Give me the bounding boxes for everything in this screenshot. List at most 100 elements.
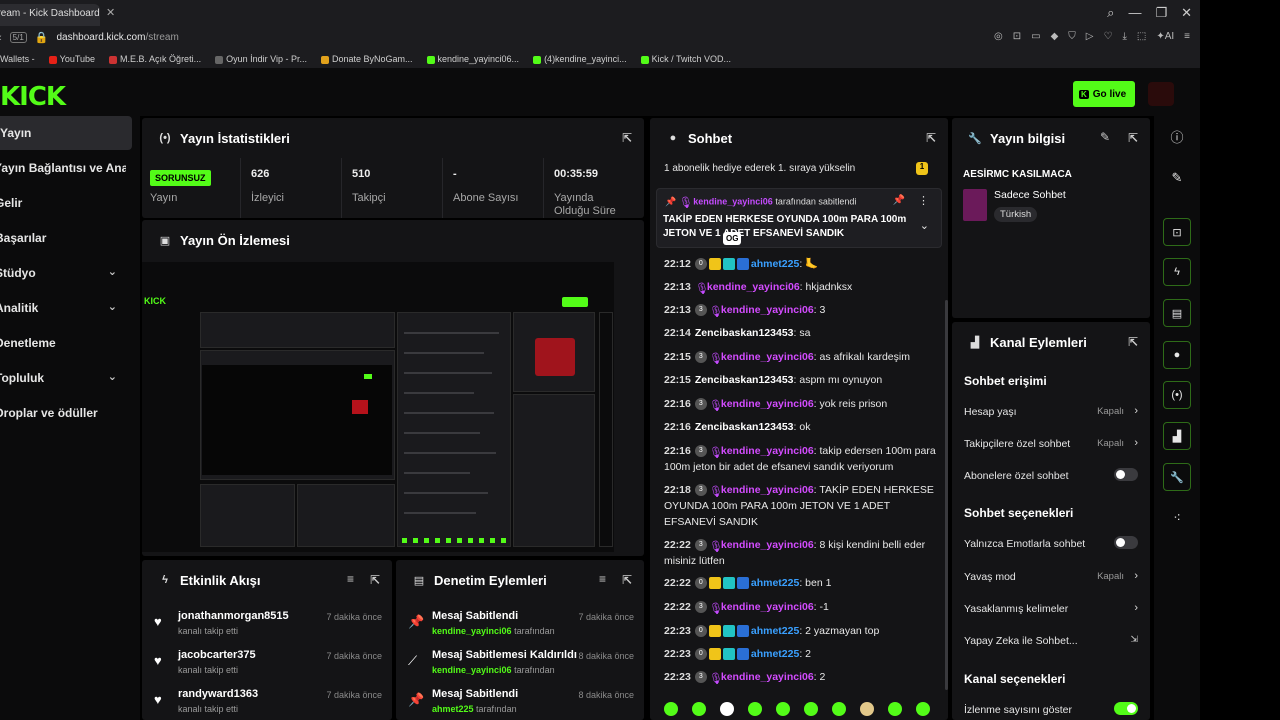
chevron-down-icon[interactable]: ⌄ xyxy=(920,219,929,232)
go-live-button[interactable]: K Go live xyxy=(1073,81,1135,107)
url-field[interactable]: dashboard.kick.com/stream xyxy=(57,32,179,43)
pin-action-icon[interactable]: 📌 xyxy=(893,195,905,206)
preview-nested-avatar xyxy=(352,400,368,414)
emote[interactable] xyxy=(776,702,790,716)
unpin-icon: ⟋ xyxy=(408,653,418,668)
actions-icon[interactable]: ▟ xyxy=(1163,422,1191,450)
menu-icon[interactable]: ≡ xyxy=(1184,31,1190,42)
popout-icon[interactable]: ⇱ xyxy=(622,131,632,145)
restore-icon[interactable]: ❐ xyxy=(1155,5,1167,21)
broadcast-icon[interactable]: (•) xyxy=(1163,381,1191,409)
sidebar-item-revenue[interactable]: Gelir xyxy=(0,186,127,220)
sidebar-item-drops[interactable]: Droplar ve ödüller xyxy=(0,396,127,430)
bookmark[interactable]: M.E.B. Açık Öğreti... xyxy=(109,54,201,64)
minimize-icon[interactable]: — xyxy=(1128,5,1141,21)
emote[interactable] xyxy=(664,702,678,716)
emote-only-toggle[interactable] xyxy=(1114,536,1138,549)
subs-only-toggle[interactable] xyxy=(1114,468,1138,481)
pencil-icon[interactable]: ✎ xyxy=(1163,164,1191,192)
heart-icon[interactable]: ♡ xyxy=(1103,31,1112,42)
sidebar-item-community[interactable]: Topluluk⌄ xyxy=(0,361,127,395)
viewer-count-toggle[interactable] xyxy=(1114,702,1138,715)
search-icon[interactable]: ⌕ xyxy=(1107,5,1114,21)
filter-icon[interactable]: ≡ xyxy=(347,572,354,586)
filter-icon[interactable]: ≡ xyxy=(599,572,606,586)
emote[interactable] xyxy=(804,702,818,716)
bookmark[interactable]: Donate ByNoGam... xyxy=(320,54,413,64)
sidebar-item-stream[interactable]: Yayın xyxy=(0,116,132,150)
layout-icon[interactable]: ⁖ xyxy=(1163,504,1191,532)
gift-badge: 1 xyxy=(916,162,928,175)
play-icon[interactable]: ▷ xyxy=(1086,31,1094,42)
wrench-icon: 🔧 xyxy=(968,132,982,145)
avatar[interactable] xyxy=(1148,82,1174,106)
emote[interactable] xyxy=(860,702,874,716)
list-item: 📌 Mesaj Sabitlendi ahmet225 tarafından 8… xyxy=(408,688,634,714)
preview-moderation xyxy=(297,484,395,547)
emote[interactable] xyxy=(692,702,706,716)
bookmark[interactable]: (4)kendine_yayinci... xyxy=(533,54,627,64)
document-icon: ▤ xyxy=(413,574,425,587)
setting-account-age[interactable]: Hesap yaşı Kapalı › xyxy=(964,405,1140,418)
info-icon[interactable]: ⓘ xyxy=(1163,122,1191,150)
ai-icon[interactable]: ✦AI xyxy=(1156,31,1174,42)
list-item: ♥ jonathanmorgan8515 kanalı takip etti 7… xyxy=(154,610,382,636)
gift-leaderboard-bar[interactable]: 1 abonelik hediye ederek 1. sıraya yükse… xyxy=(650,158,948,180)
popout-icon[interactable]: ⇱ xyxy=(1128,131,1138,145)
setting-ai-chat[interactable]: Yapay Zeka ile Sohbet... ⇲ xyxy=(964,634,1140,647)
back-icon[interactable]: ‹ xyxy=(0,32,2,44)
emote[interactable] xyxy=(916,702,930,716)
tab-close-icon[interactable]: ✕ xyxy=(106,6,115,19)
emote[interactable] xyxy=(748,702,762,716)
wallet-badge-icon[interactable]: 5/1 xyxy=(9,32,27,43)
category-name[interactable]: Sadece Sohbet xyxy=(994,189,1066,201)
panel-header: ϟ Etkinlik Akışı ≡ ⇱ xyxy=(142,560,392,600)
stream-info-panel: 🔧 Yayın bilgisi ✎ ⇱ AESİRMC KASILMACA Sadec… xyxy=(952,118,1150,318)
lightning-icon[interactable]: ϟ xyxy=(1163,258,1191,286)
more-icon[interactable]: ⋮ xyxy=(918,194,929,207)
popout-icon[interactable]: ⇱ xyxy=(370,573,380,587)
setting-slow-mode[interactable]: Yavaş mod Kapalı › xyxy=(964,570,1140,583)
emote[interactable] xyxy=(720,702,734,716)
pinned-message[interactable]: 📌 🎙 kendine_yayinci06 tarafından sabitle… xyxy=(656,188,942,248)
chevron-right-icon: › xyxy=(1134,602,1138,614)
bookmark[interactable]: Kick / Twitch VOD... xyxy=(640,54,731,64)
ext-icon-2[interactable]: ⊡ xyxy=(1013,31,1021,42)
popout-icon[interactable]: ⇱ xyxy=(926,131,936,145)
wrench-icon[interactable]: 🔧 xyxy=(1163,463,1191,491)
ext-icon-3[interactable]: ▭ xyxy=(1031,31,1040,42)
panel-title: Yayın İstatistikleri xyxy=(180,130,290,146)
bookmark[interactable]: YouTube xyxy=(48,54,95,64)
extensions-icon[interactable]: ⬚ xyxy=(1137,31,1146,42)
emote[interactable] xyxy=(888,702,902,716)
browser-tab[interactable]: Stream - Kick Dashboard xyxy=(0,4,100,26)
chat-message: 22:12 0 ahmet225: 🦶 xyxy=(664,258,819,271)
chat-bubble-icon[interactable]: ● xyxy=(1163,341,1191,369)
document-icon[interactable]: ▤ xyxy=(1163,299,1191,327)
sidebar-item-studio[interactable]: Stüdyo⌄ xyxy=(0,256,127,290)
sidebar-item-stream-key[interactable]: Yayın Bağlantısı ve Anahtarı xyxy=(0,151,126,185)
chat-scrollbar[interactable] xyxy=(945,300,948,690)
sidebar-item-achievements[interactable]: Başarılar xyxy=(0,221,127,255)
download-icon[interactable]: ⤓ xyxy=(1122,31,1126,42)
bookmark[interactable]: Wallets - xyxy=(0,54,35,64)
setting-followers-only[interactable]: Takipçilere özel sohbet Kapalı › xyxy=(964,437,1140,450)
setting-banned-words[interactable]: Yasaklanmış kelimeler › xyxy=(964,602,1140,615)
ext-icon-4[interactable]: ◆ xyxy=(1051,31,1059,42)
category-thumbnail[interactable] xyxy=(963,189,987,221)
camera-icon[interactable]: ⊡ xyxy=(1163,218,1191,246)
close-icon[interactable]: ✕ xyxy=(1181,5,1192,21)
popout-icon[interactable]: ⇱ xyxy=(1128,335,1138,349)
pin-icon: 📌 xyxy=(665,196,677,207)
kick-logo[interactable]: KICK xyxy=(0,82,66,112)
emote[interactable] xyxy=(832,702,846,716)
shield-icon[interactable]: ⛉ xyxy=(1068,31,1076,42)
sidebar-item-analytics[interactable]: Analitik⌄ xyxy=(0,291,127,325)
bookmark[interactable]: Oyun İndir Vip - Pr... xyxy=(215,54,307,64)
pencil-icon[interactable]: ✎ xyxy=(1100,130,1110,144)
ext-icon-1[interactable]: ◎ xyxy=(994,31,1003,42)
bookmark[interactable]: kendine_yayinci06... xyxy=(426,54,519,64)
video-preview[interactable]: KICK xyxy=(142,262,614,552)
sidebar-item-moderation[interactable]: Denetleme xyxy=(0,326,127,360)
popout-icon[interactable]: ⇱ xyxy=(622,573,632,587)
